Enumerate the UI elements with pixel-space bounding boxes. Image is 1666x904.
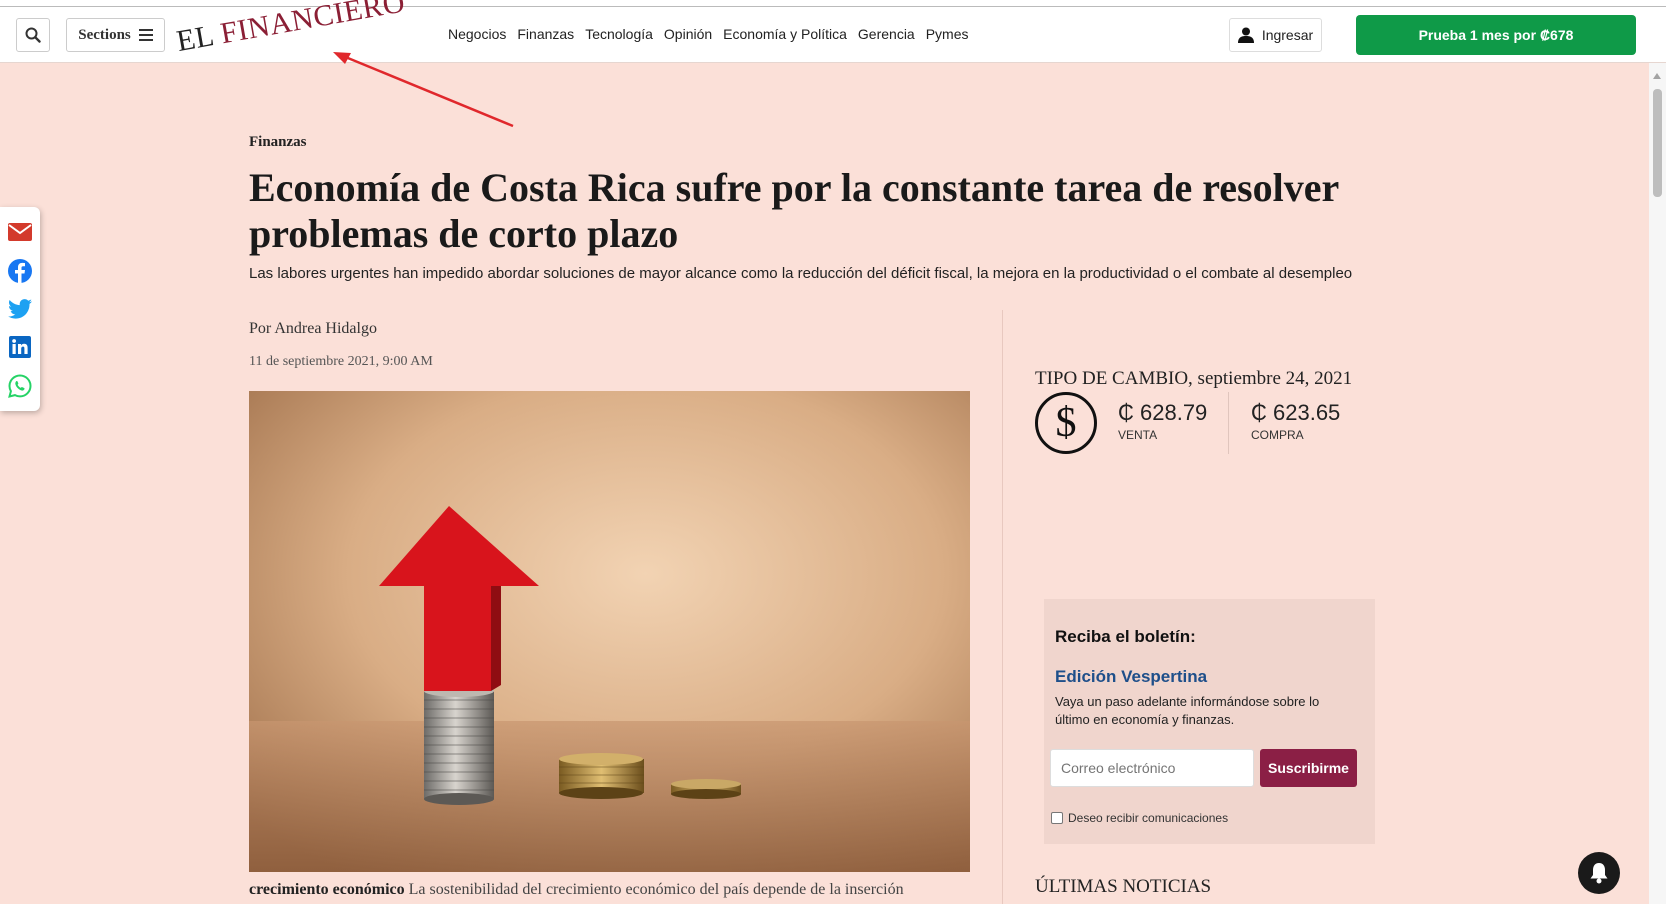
login-label: Ingresar [1261, 27, 1314, 43]
consent-checkbox[interactable] [1051, 812, 1063, 824]
envelope-icon [8, 223, 32, 242]
newsletter-title: Reciba el boletín: [1055, 627, 1196, 646]
article-byline[interactable]: Por Andrea Hidalgo [249, 320, 377, 338]
exchange-buy-value: ₵ 623.65 [1251, 400, 1341, 425]
exchange-sell-value: ₵ 628.79 [1118, 400, 1208, 425]
hero-image [249, 391, 970, 872]
share-bar [0, 207, 40, 411]
linkedin-share-button[interactable] [8, 335, 32, 359]
bell-icon [1590, 863, 1608, 884]
exchange-sell: ₵ 628.79 VENTA [1118, 400, 1207, 442]
nav-item-negocios[interactable]: Negocios [448, 26, 506, 42]
twitter-icon [8, 299, 32, 319]
facebook-icon [8, 258, 32, 283]
exchange-buy-label: COMPRA [1251, 428, 1304, 442]
nav-item-tecnologia[interactable]: Tecnología [585, 26, 653, 42]
notifications-button[interactable] [1578, 852, 1620, 894]
scroll-thumb[interactable] [1653, 89, 1662, 197]
whatsapp-icon [8, 374, 32, 398]
whatsapp-share-button[interactable] [8, 374, 32, 398]
linkedin-icon [9, 336, 31, 359]
nav-item-finanzas[interactable]: Finanzas [517, 26, 574, 42]
site-logo[interactable]: EL FINANCIERO [174, 0, 408, 59]
page-scrollbar[interactable] [1649, 63, 1666, 904]
trial-subscription-button[interactable]: Prueba 1 mes por ₡678 [1356, 15, 1636, 55]
nav-item-pymes[interactable]: Pymes [926, 26, 969, 42]
subscribe-button[interactable]: Suscribirme [1260, 749, 1357, 787]
facebook-share-button[interactable] [8, 258, 32, 283]
nav-item-opinion[interactable]: Opinión [664, 26, 712, 42]
login-button[interactable]: Ingresar [1229, 18, 1322, 52]
newsletter-name: Edición Vespertina [1055, 667, 1208, 686]
silver-coin-stack [424, 685, 494, 805]
scroll-up-arrow[interactable] [1653, 73, 1661, 79]
exchange-separator [1228, 392, 1229, 454]
newsletter-form: Suscribirme [1050, 749, 1357, 787]
site-header: Sections EL FINANCIERO Negocios Finanzas… [0, 0, 1666, 63]
caption-keyword: crecimiento económico [249, 881, 405, 898]
main-nav: Negocios Finanzas Tecnología Opinión Eco… [448, 26, 969, 42]
small-coin-stack [671, 779, 741, 799]
exchange-buy: ₵ 623.65 COMPRA [1251, 400, 1340, 442]
nav-item-economia-politica[interactable]: Economía y Política [723, 26, 847, 42]
sections-label: Sections [78, 26, 131, 43]
gold-coin-stack [559, 753, 644, 799]
image-caption: crecimiento económico La sostenibilidad … [249, 881, 979, 899]
newsletter-box: Reciba el boletín: Edición Vespertina Va… [1044, 599, 1375, 844]
article-dek: Las labores urgentes han impedido aborda… [249, 265, 1353, 282]
consent-label: Deseo recibir comunicaciones [1068, 811, 1229, 825]
hamburger-icon [138, 29, 153, 41]
search-icon [25, 27, 41, 43]
logo-name: FINANCIERO [217, 0, 408, 51]
email-share-button[interactable] [8, 220, 32, 244]
email-field[interactable] [1050, 749, 1254, 787]
newsletter-description: Vaya un paso adelante informándose sobre… [1055, 694, 1320, 727]
user-icon [1237, 27, 1254, 43]
exchange-sell-label: VENTA [1118, 428, 1158, 442]
nav-item-gerencia[interactable]: Gerencia [858, 26, 915, 42]
exchange-rate-title: TIPO DE CAMBIO, septiembre 24, 2021 [1035, 368, 1353, 389]
browser-top-edge [0, 0, 1666, 7]
logo-el: EL [174, 19, 216, 59]
sections-menu-button[interactable]: Sections [66, 18, 165, 52]
dollar-icon: $ [1035, 392, 1097, 454]
twitter-share-button[interactable] [8, 297, 32, 321]
column-divider [1002, 310, 1003, 904]
article-date: 11 de septiembre 2021, 9:00 AM [249, 354, 433, 369]
consent-checkbox-row: Deseo recibir comunicaciones [1051, 811, 1228, 825]
article-headline: Economía de Costa Rica sufre por la cons… [249, 165, 1339, 256]
latest-news-title: ÚLTIMAS NOTICIAS [1035, 876, 1212, 897]
search-button[interactable] [16, 18, 50, 52]
article-section-label[interactable]: Finanzas [249, 134, 307, 151]
caption-text: La sostenibilidad del crecimiento económ… [408, 881, 904, 898]
